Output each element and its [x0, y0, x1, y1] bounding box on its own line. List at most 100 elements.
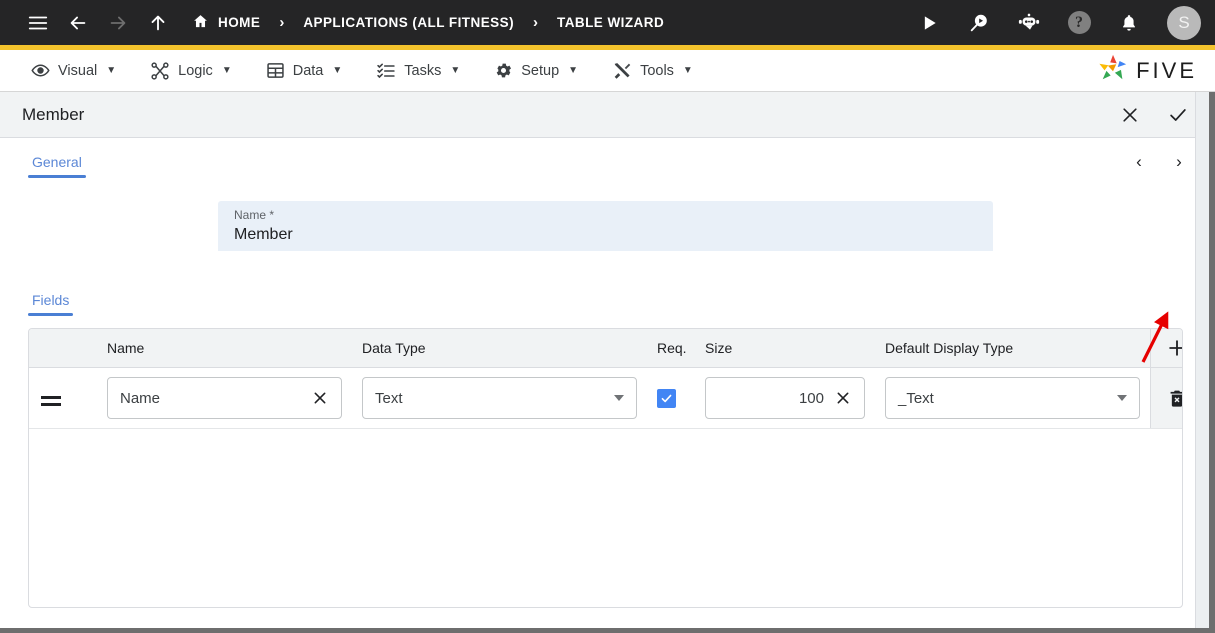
table-grid-icon — [266, 61, 285, 80]
top-navigation-bar: HOME › APPLICATIONS (ALL FITNESS) › TABL… — [0, 0, 1215, 50]
run-icon[interactable] — [909, 3, 949, 43]
field-size-value: 100 — [798, 389, 824, 407]
table-wizard-dialog: Member General ‹ › Name * Member Fields … — [0, 92, 1215, 633]
notifications-bell-icon[interactable] — [1109, 3, 1149, 43]
arrow-up-icon[interactable] — [138, 3, 178, 43]
menu-label: Visual — [58, 62, 98, 79]
row-required-cell — [647, 367, 695, 429]
chevron-down-icon: ▼ — [221, 65, 232, 76]
chevron-down-icon: ▼ — [450, 65, 461, 76]
field-name-input[interactable]: Name — [107, 377, 342, 419]
row-size-cell: 100 — [695, 367, 875, 429]
menu-item-visual[interactable]: Visual ▼ — [14, 50, 133, 91]
tab-label: Fields — [32, 292, 70, 308]
previous-record-button[interactable]: ‹ — [1129, 152, 1149, 172]
column-header-handle — [29, 329, 97, 368]
fields-grid-header: Name Data Type Req. Size Default Display… — [29, 329, 1182, 368]
close-icon[interactable] — [1117, 102, 1143, 128]
record-pager: ‹ › — [1129, 152, 1189, 172]
clear-size-icon[interactable] — [834, 389, 852, 407]
clear-name-icon[interactable] — [311, 389, 329, 407]
row-name-cell: Name — [97, 367, 352, 429]
add-field-button[interactable] — [1161, 329, 1182, 367]
drag-handle-icon[interactable] — [39, 392, 63, 410]
field-size-input[interactable]: 100 — [705, 377, 865, 419]
breadcrumb-label: HOME — [218, 15, 261, 30]
next-record-button[interactable]: › — [1169, 152, 1189, 172]
brand-logo: FIVE — [1097, 53, 1215, 88]
tools-icon — [612, 61, 632, 81]
menu-label: Tasks — [404, 62, 442, 79]
breadcrumb-label: APPLICATIONS (ALL FITNESS) — [303, 15, 515, 30]
vertical-scrollbar[interactable] — [1195, 92, 1209, 628]
fields-grid-body: Name Text 100 _Text — [29, 367, 1182, 429]
name-field-row: Name * Member — [28, 201, 1183, 251]
top-nav-actions: ? S — [909, 3, 1201, 43]
checklist-icon — [376, 61, 396, 81]
row-drag-cell — [29, 367, 97, 429]
top-nav-controls: HOME › APPLICATIONS (ALL FITNESS) › TABL… — [18, 3, 664, 43]
fields-grid: Name Data Type Req. Size Default Display… — [29, 329, 1182, 429]
menu-label: Setup — [521, 62, 560, 79]
hamburger-menu-icon[interactable] — [18, 3, 58, 43]
menu-label: Data — [292, 62, 324, 79]
menu-label: Logic — [178, 62, 213, 79]
breadcrumb-label: TABLE WIZARD — [557, 15, 665, 30]
name-input[interactable]: Name * Member — [218, 201, 993, 251]
confirm-check-icon[interactable] — [1165, 102, 1191, 128]
search-play-icon[interactable] — [959, 3, 999, 43]
home-icon — [192, 13, 209, 33]
breadcrumb-item-table-wizard[interactable]: TABLE WIZARD — [557, 15, 664, 30]
table-header-row: Name Data Type Req. Size Default Display… — [29, 329, 1182, 368]
arrow-forward-icon[interactable] — [98, 3, 138, 43]
column-header-size: Size — [695, 329, 875, 368]
chevron-down-icon: ▼ — [106, 65, 117, 76]
column-header-data-type: Data Type — [352, 329, 647, 368]
row-action-cell — [1149, 367, 1182, 429]
dialog-header: Member — [0, 92, 1209, 138]
help-question-glyph: ? — [1067, 11, 1091, 34]
chevron-down-icon — [614, 395, 624, 401]
menu-item-tasks[interactable]: Tasks ▼ — [359, 50, 477, 91]
breadcrumb-separator: › — [533, 14, 539, 31]
row-default-display-type-cell: _Text — [875, 367, 1150, 429]
chevron-down-icon: ▼ — [332, 65, 343, 76]
field-required-checkbox[interactable] — [657, 388, 676, 408]
breadcrumb-item-applications[interactable]: APPLICATIONS (ALL FITNESS) — [303, 15, 514, 30]
avatar[interactable]: S — [1167, 5, 1201, 40]
field-data-type-value: Text — [375, 389, 403, 407]
help-icon[interactable]: ? — [1059, 3, 1099, 43]
page-title: Member — [22, 104, 85, 124]
main-menu-bar: Visual ▼ Logic ▼ Data ▼ Tasks ▼ Setup ▼ … — [0, 50, 1215, 92]
column-header-default-display-type: Default Display Type — [875, 329, 1150, 368]
add-row-cell — [1149, 329, 1182, 368]
chevron-down-icon: ▼ — [682, 65, 693, 76]
breadcrumb-separator: › — [279, 14, 285, 31]
row-data-type-cell: Text — [352, 367, 647, 429]
table-row: Name Text 100 _Text — [29, 367, 1182, 429]
menu-item-logic[interactable]: Logic ▼ — [133, 50, 249, 91]
fields-tab-row: Fields — [28, 276, 1183, 316]
arrow-back-icon[interactable] — [58, 3, 98, 43]
field-default-display-type-select[interactable]: _Text — [885, 377, 1140, 419]
tab-fields[interactable]: Fields — [28, 292, 74, 316]
five-pinwheel-logo — [1097, 53, 1129, 88]
chevron-down-icon — [1116, 395, 1127, 401]
breadcrumb-item-home[interactable]: HOME — [192, 13, 260, 33]
brand-name: FIVE — [1136, 57, 1197, 83]
menu-label: Tools — [640, 62, 674, 79]
breadcrumb: HOME › APPLICATIONS (ALL FITNESS) › TABL… — [192, 13, 664, 33]
chatbot-icon[interactable] — [1009, 3, 1049, 43]
app-window: HOME › APPLICATIONS (ALL FITNESS) › TABL… — [0, 0, 1215, 633]
menu-item-data[interactable]: Data ▼ — [249, 50, 360, 91]
delete-row-button[interactable] — [1161, 368, 1182, 428]
gear-icon — [494, 61, 513, 80]
column-header-name: Name — [97, 329, 352, 368]
column-header-req: Req. — [647, 329, 695, 368]
tab-general[interactable]: General — [28, 154, 86, 178]
field-default-display-type-value: _Text — [898, 389, 934, 407]
chevron-down-icon: ▼ — [568, 65, 579, 76]
menu-item-tools[interactable]: Tools ▼ — [595, 50, 710, 91]
menu-item-setup[interactable]: Setup ▼ — [477, 50, 595, 91]
field-data-type-select[interactable]: Text — [362, 377, 637, 419]
